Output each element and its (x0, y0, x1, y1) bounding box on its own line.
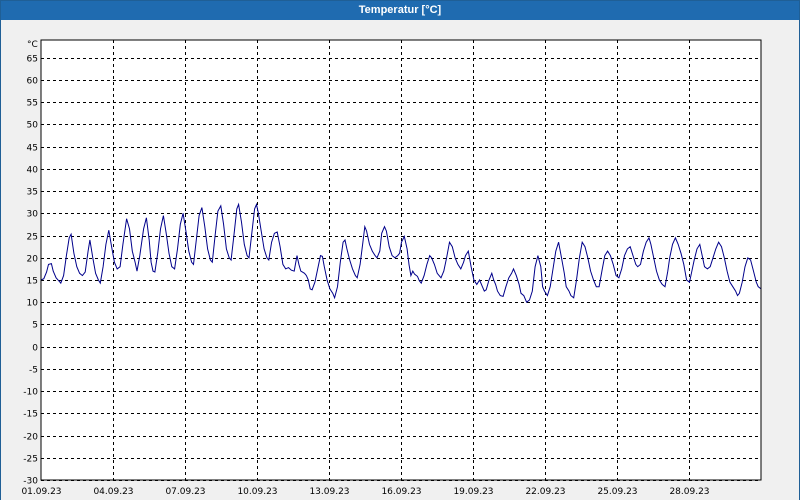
y-tick-label: -15 (23, 410, 38, 420)
y-tick-label: -10 (23, 388, 38, 398)
y-unit-label: °C (27, 40, 38, 50)
y-tick-label: 65 (27, 55, 38, 65)
x-tick-label: 19.09.23 (453, 487, 493, 497)
y-tick-label: 10 (27, 299, 39, 309)
x-tick-label: 13.09.23 (309, 487, 349, 497)
y-tick-label: 45 (27, 144, 38, 154)
y-tick-label: 55 (27, 99, 38, 109)
x-tick-label: 01.09.23 (21, 487, 61, 497)
x-tick-label: 07.09.23 (165, 487, 205, 497)
y-tick-label: 0 (32, 344, 38, 354)
y-tick-label: 30 (27, 210, 39, 220)
y-tick-label: -25 (23, 455, 38, 465)
y-tick-label: 40 (27, 166, 39, 176)
chart-window: Temperatur [°C] 65 60 55 50 45 40 35 30 25 20 15 10… (0, 0, 800, 500)
y-tick-label: 50 (27, 121, 39, 131)
x-tick-label: 04.09.23 (93, 487, 133, 497)
y-tick-label: 35 (27, 188, 38, 198)
temperature-chart: 65605550454035302520151050-5-10-15-20-25… (1, 20, 799, 500)
y-tick-label: -5 (29, 366, 38, 376)
x-tick-label: 22.09.23 (525, 487, 565, 497)
y-tick-label: 60 (27, 77, 39, 87)
x-tick-label: 16.09.23 (381, 487, 421, 497)
y-tick-label: 15 (27, 277, 38, 287)
x-tick-label: 25.09.23 (597, 487, 637, 497)
y-tick-label: 20 (27, 255, 39, 265)
y-tick-label: -20 (23, 433, 38, 443)
y-tick-label: 5 (32, 321, 38, 331)
x-tick-label: 28.09.23 (669, 487, 709, 497)
y-tick-label: -30 (23, 477, 38, 487)
window-title: Temperatur [°C] (1, 1, 799, 20)
x-tick-label: 10.09.23 (237, 487, 277, 497)
y-tick-label: 25 (27, 233, 38, 243)
